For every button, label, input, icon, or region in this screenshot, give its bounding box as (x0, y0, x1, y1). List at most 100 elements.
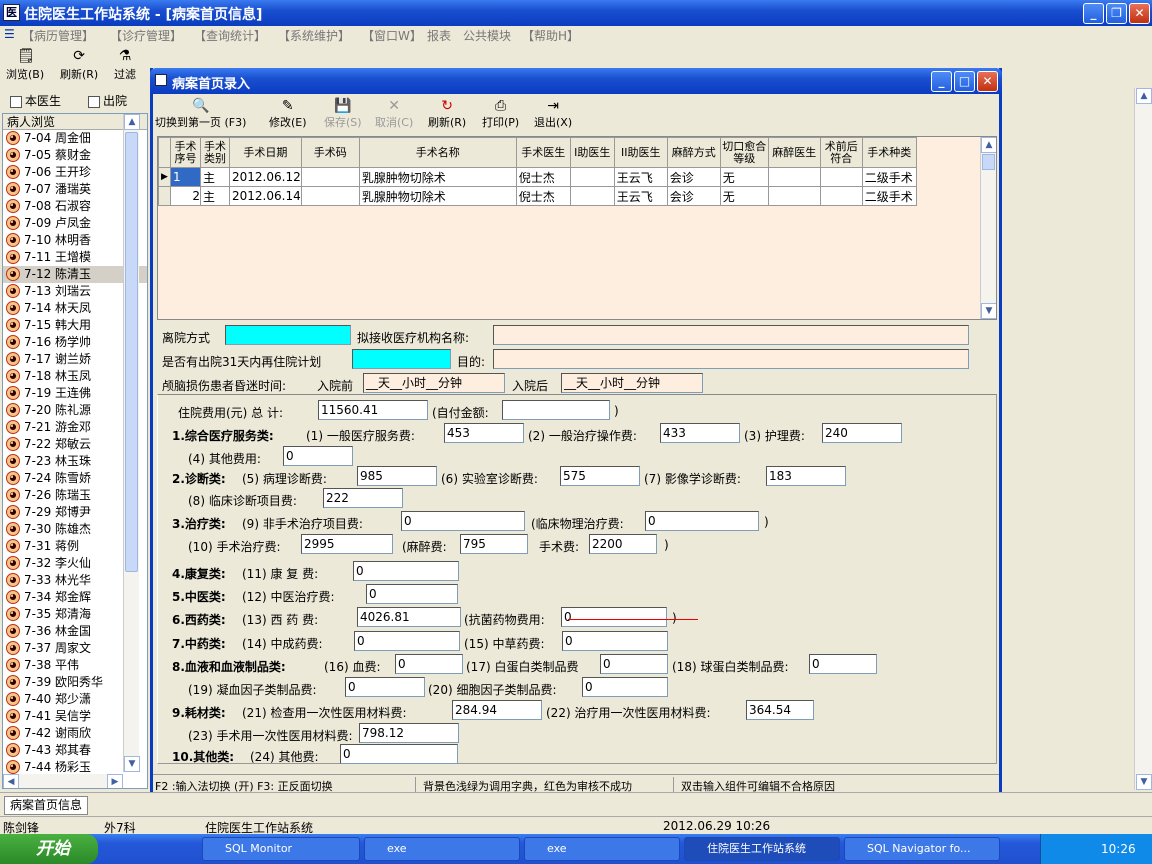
col-header[interactable]: 手术医生 (515, 137, 571, 168)
total-field[interactable]: 11560.41 (318, 400, 428, 420)
fee-1-field[interactable]: 453 (444, 423, 524, 443)
surgery-cell[interactable]: 2012.06.12 (229, 167, 302, 187)
patient-list-scrollbar[interactable]: ▲ ▼ (123, 114, 140, 772)
col-header[interactable]: 麻醉方式 (666, 137, 721, 168)
surgery-cell[interactable] (819, 186, 863, 206)
surgery-cell[interactable]: 会诊 (666, 186, 721, 206)
fee-11-field[interactable]: 0 (353, 561, 459, 581)
fee-24-field[interactable]: 0 (340, 744, 458, 764)
col-header[interactable]: I助医生 (569, 137, 615, 168)
fee-4-field[interactable]: 0 (283, 446, 353, 466)
col-header[interactable]: 手术码 (300, 137, 360, 168)
refresh-button[interactable]: ↻ 刷新(R) (428, 98, 466, 130)
clock[interactable]: 10:26 (1101, 842, 1136, 856)
physical-therapy-field[interactable]: 0 (645, 511, 759, 531)
scroll-thumb[interactable] (125, 132, 138, 572)
readmit-plan-field[interactable] (352, 349, 451, 369)
grid-scroll-down-icon[interactable]: ▼ (981, 303, 996, 319)
surgery-cell[interactable] (300, 186, 360, 206)
transfer-org-field[interactable] (493, 325, 969, 345)
surgery-cell[interactable]: 主 (200, 186, 230, 206)
antibiotic-fee-field[interactable]: 0 (561, 607, 667, 627)
coma-before-field[interactable]: __天__小时__分钟 (363, 373, 505, 393)
self-pay-field[interactable] (502, 400, 610, 420)
surgery-cell[interactable]: 二级手术 (861, 167, 917, 187)
main-scroll-down-icon[interactable]: ▼ (1136, 774, 1152, 790)
surgery-cell[interactable]: 乳腺肿物切除术 (358, 167, 517, 187)
col-header[interactable]: 手术日期 (229, 137, 302, 168)
menu-medical-records[interactable]: 【病历管理】 (22, 27, 94, 44)
surgery-cell[interactable]: 2012.06.14 (229, 186, 302, 206)
main-scroll-up-icon[interactable]: ▲ (1136, 88, 1152, 104)
col-header[interactable]: 手术名称 (358, 137, 517, 168)
fee-22-field[interactable]: 364.54 (746, 700, 814, 720)
surgery-cell[interactable]: 倪士杰 (515, 167, 571, 187)
dialog-close-button[interactable]: ✕ (977, 71, 998, 92)
surgery-cell[interactable] (819, 167, 863, 187)
close-button[interactable]: ✕ (1129, 3, 1150, 24)
task-sql-monitor[interactable]: SQL Monitor (202, 837, 360, 861)
menu-query[interactable]: 【查询统计】 (194, 27, 266, 44)
start-button[interactable]: 开始 (0, 834, 98, 864)
purpose-field[interactable] (493, 349, 969, 369)
menu-app-icon[interactable]: ☰ (4, 27, 15, 41)
scroll-left-icon[interactable]: ◀ (3, 774, 19, 788)
fee-6-field[interactable]: 575 (560, 466, 640, 486)
task-exe-1[interactable]: exe (364, 837, 520, 861)
fee-15-field[interactable]: 0 (562, 631, 668, 651)
menu-report[interactable]: 报表 (427, 27, 451, 44)
surgery-cell[interactable]: 倪士杰 (515, 186, 571, 206)
col-header[interactable]: 手术类别 (200, 137, 230, 168)
task-sql-navigator[interactable]: SQL Navigator fo... (844, 837, 1000, 861)
col-header[interactable]: 手术序号 (170, 137, 201, 168)
surgery-cell[interactable]: 乳腺肿物切除术 (358, 186, 517, 206)
surgery-cell[interactable] (300, 167, 360, 187)
surgery-cell[interactable]: 无 (719, 167, 769, 187)
fee-2-field[interactable]: 433 (660, 423, 740, 443)
grid-scroll-thumb[interactable] (982, 154, 995, 170)
col-header[interactable]: 麻醉医生 (767, 137, 821, 168)
surgery-cell[interactable]: 王云飞 (613, 186, 668, 206)
cancel-button[interactable]: ✕ 取消(C) (375, 98, 413, 130)
task-exe-2[interactable]: exe (524, 837, 680, 861)
surgery-cell[interactable] (569, 167, 615, 187)
fee-17-field[interactable]: 0 (600, 654, 668, 674)
surgery-cell[interactable] (767, 167, 821, 187)
tab-record-home[interactable]: 病案首页信息 (4, 796, 89, 815)
fee-16-field[interactable]: 0 (395, 654, 463, 674)
fee-7-field[interactable]: 183 (766, 466, 846, 486)
surgery-cell[interactable]: 无 (719, 186, 769, 206)
coma-after-field[interactable]: __天__小时__分钟 (561, 373, 703, 393)
first-page-button[interactable]: 🔍 切换到第一页 (F3) (155, 98, 246, 130)
patient-list-hscrollbar[interactable]: ◀ ▶ (3, 774, 123, 788)
minimize-button[interactable]: _ (1083, 3, 1104, 24)
browse-button[interactable]: 🗒 浏览(B) (6, 48, 44, 82)
menu-public-module[interactable]: 公共模块 (463, 27, 511, 44)
filter-button[interactable]: ⚗ 过滤 (114, 48, 136, 82)
surgery-cell[interactable]: 主 (200, 167, 230, 187)
scroll-down-icon[interactable]: ▼ (124, 756, 140, 772)
row-indicator[interactable] (158, 186, 171, 206)
task-his-workstation[interactable]: 住院医生工作站系统 (684, 837, 840, 861)
edit-button[interactable]: ✎ 修改(E) (269, 98, 307, 130)
surgery-cell[interactable] (569, 186, 615, 206)
fee-10-field[interactable]: 2995 (301, 534, 393, 554)
fee-9-field[interactable]: 0 (401, 511, 525, 531)
fee-14-field[interactable]: 0 (354, 631, 460, 651)
fee-19-field[interactable]: 0 (345, 677, 425, 697)
col-header[interactable]: 术前后符合 (819, 137, 863, 168)
my-doctor-checkbox[interactable]: 本医生 (10, 92, 61, 109)
fee-5-field[interactable]: 985 (357, 466, 437, 486)
surgery-cell[interactable]: 1 (170, 167, 201, 187)
refresh-main-button[interactable]: ⟳ 刷新(R) (60, 48, 98, 82)
fee-21-field[interactable]: 284.94 (452, 700, 542, 720)
fee-23-field[interactable]: 798.12 (359, 723, 459, 743)
surgery-fee-field[interactable]: 2200 (589, 534, 657, 554)
surgery-cell[interactable]: 会诊 (666, 167, 721, 187)
surgery-cell[interactable] (767, 186, 821, 206)
surgery-cell[interactable]: 2 (170, 186, 201, 206)
fee-8-field[interactable]: 222 (323, 488, 403, 508)
fee-12-field[interactable]: 0 (366, 584, 458, 604)
row-indicator[interactable]: ▶ (158, 167, 171, 187)
restore-button[interactable]: ❐ (1106, 3, 1127, 24)
